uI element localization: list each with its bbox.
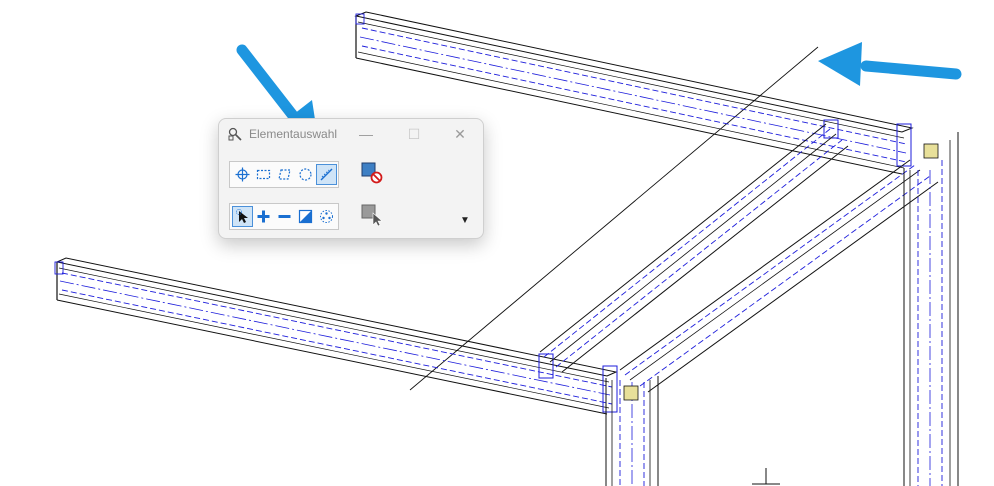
annotation-arrow-right	[818, 42, 962, 86]
base-symbol	[752, 468, 780, 485]
mode-radial[interactable]	[316, 206, 337, 227]
chevron-down-icon: ▼	[460, 214, 470, 226]
selection-tool-app-icon	[228, 127, 242, 141]
maximize-button[interactable]: ☐	[397, 122, 431, 146]
select-pointer-icon	[361, 204, 383, 227]
mode-add[interactable]	[253, 206, 274, 227]
close-icon: ✕	[454, 125, 466, 142]
line-select-icon	[320, 168, 333, 181]
radial-select-icon	[320, 210, 333, 223]
selection-method-group	[229, 161, 339, 188]
polygon-select-icon	[278, 169, 291, 180]
element-selection-dialog: Elementauswahl — ☐ ✕ ▼	[218, 118, 484, 239]
tool-element[interactable]	[232, 164, 253, 185]
diagonal-beam-2[interactable]	[619, 159, 939, 393]
invert-icon	[298, 209, 313, 224]
clear-selection-button[interactable]	[359, 160, 385, 186]
close-button[interactable]: ✕	[443, 122, 477, 146]
mode-subtract[interactable]	[274, 206, 295, 227]
cad-viewport[interactable]	[0, 0, 994, 486]
tool-line[interactable]	[316, 164, 337, 185]
tool-block[interactable]	[253, 164, 274, 185]
subtract-icon	[278, 215, 291, 218]
select-all-button[interactable]	[359, 202, 385, 228]
selection-mode-group	[229, 203, 339, 230]
mode-invert[interactable]	[295, 206, 316, 227]
window-title: Elementauswahl	[249, 127, 338, 141]
clear-selection-icon	[361, 162, 383, 184]
more-options-dropdown[interactable]: ▼	[457, 213, 473, 227]
minimize-icon: —	[359, 126, 373, 142]
add-icon	[257, 210, 270, 223]
mode-new[interactable]	[232, 206, 253, 227]
circle-select-icon	[299, 168, 312, 181]
pointer-icon	[236, 209, 248, 223]
maximize-icon: ☐	[407, 125, 421, 142]
title-bar[interactable]: Elementauswahl — ☐ ✕	[219, 119, 483, 149]
rectangle-select-icon	[256, 169, 271, 180]
left-beam[interactable]	[54, 257, 618, 415]
column-front[interactable]	[605, 376, 659, 486]
minimize-button[interactable]: —	[349, 122, 383, 146]
crosshair-icon	[235, 167, 250, 182]
diagonal-beam-1[interactable]	[539, 123, 849, 373]
tool-shape[interactable]	[274, 164, 295, 185]
column-back[interactable]	[903, 132, 959, 486]
tool-circle[interactable]	[295, 164, 316, 185]
